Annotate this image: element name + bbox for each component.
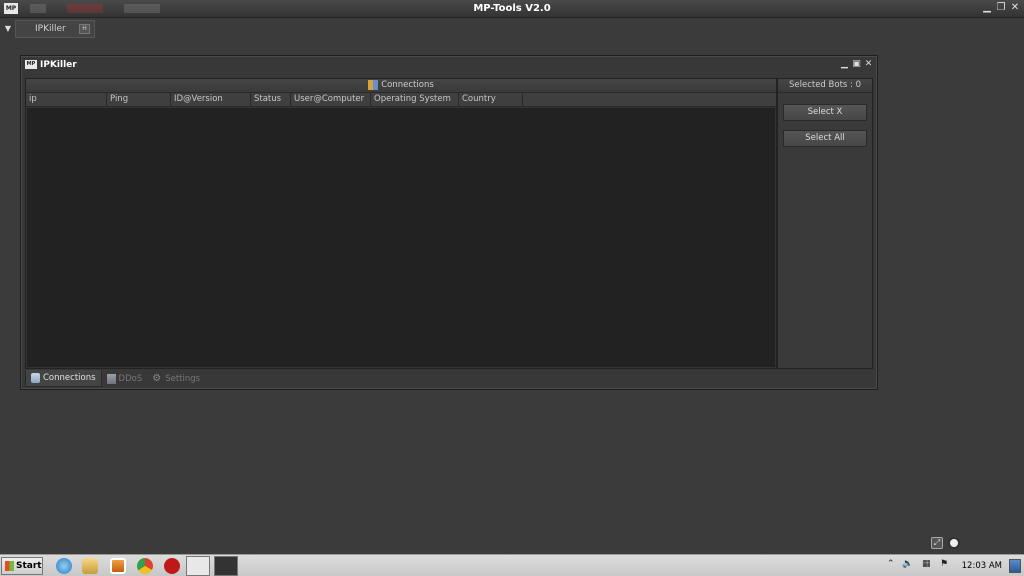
connections-panel: Connections ip Ping ID@Version Status Us… xyxy=(25,78,777,369)
network-icon[interactable]: ▦ xyxy=(922,559,931,569)
close-icon[interactable]: ✕ xyxy=(1010,2,1020,14)
folder-icon[interactable] xyxy=(82,558,98,574)
tray-expand-icon[interactable]: ⌃ xyxy=(887,559,895,569)
main-window-controls: ▁ ❐ ✕ xyxy=(982,2,1020,14)
windows-logo-icon xyxy=(5,561,14,571)
minimize-icon[interactable]: ▁ xyxy=(982,2,992,14)
connections-icon xyxy=(368,79,379,90)
system-tray: ⌃ 🔈 ▦ ⚑ 12:03 AM xyxy=(884,556,1024,576)
dropdown-arrow-icon[interactable]: ▼ xyxy=(3,23,13,35)
app-title: MP-Tools V2.0 xyxy=(473,3,551,14)
restore-icon[interactable]: ❐ xyxy=(996,2,1006,14)
window-logo-icon: MP xyxy=(25,60,37,69)
selected-bots-label: Selected Bots : 0 xyxy=(778,79,872,93)
gear-icon: ⚙ xyxy=(152,372,162,384)
column-header-operating-system[interactable]: Operating System xyxy=(371,93,459,106)
window-maximize-icon[interactable]: ▣ xyxy=(852,59,861,69)
chrome-icon[interactable] xyxy=(137,558,153,574)
select-x-button[interactable]: Select X xyxy=(783,104,867,121)
mdi-tab-close-icon[interactable]: H xyxy=(79,24,90,34)
mdi-tab-ipkiller[interactable]: IPKiller H xyxy=(15,20,95,38)
volume-icon[interactable]: 🔈 xyxy=(902,559,913,569)
connections-header-label: Connections xyxy=(381,80,434,90)
taskbar-window-button[interactable] xyxy=(186,556,210,576)
ie-icon[interactable] xyxy=(56,558,72,574)
window-minimize-icon[interactable]: ▁ xyxy=(840,59,849,69)
main-titlebar: MP MP-Tools V2.0 ▁ ❐ ✕ xyxy=(0,0,1024,18)
column-headers: ip Ping ID@Version Status User@Computer … xyxy=(26,93,776,107)
window-titlebar: MP IPKiller ▁ ▣ ✕ xyxy=(21,56,877,74)
opera-icon[interactable] xyxy=(164,558,180,574)
connections-table-body[interactable] xyxy=(27,108,775,367)
tab-settings[interactable]: ⚙ Settings xyxy=(147,370,205,387)
media-player-icon[interactable] xyxy=(110,558,126,574)
tab-connections-label: Connections xyxy=(43,373,96,383)
window-controls: ▁ ▣ ✕ xyxy=(840,59,873,69)
window-close-icon[interactable]: ✕ xyxy=(864,59,873,69)
select-all-button[interactable]: Select All xyxy=(783,130,867,147)
start-button[interactable]: Start xyxy=(1,557,43,575)
bottom-tab-bar: Connections DDoS ⚙ Settings xyxy=(25,370,205,387)
flag-icon[interactable]: ⚑ xyxy=(940,559,948,569)
show-desktop-icon[interactable] xyxy=(1009,559,1021,573)
tab-connections[interactable]: Connections xyxy=(25,370,102,387)
mdi-tab-label: IPKiller xyxy=(35,24,66,34)
start-label: Start xyxy=(16,561,42,571)
tab-ddos-label: DDoS xyxy=(118,373,143,384)
column-header-country[interactable]: Country xyxy=(459,93,523,106)
window-title: IPKiller xyxy=(40,60,77,70)
floating-icons: ⤢ xyxy=(931,537,960,549)
database-icon xyxy=(31,373,40,383)
clock[interactable]: 12:03 AM xyxy=(962,561,1002,571)
tab-settings-label: Settings xyxy=(165,373,201,384)
column-header-ping[interactable]: Ping xyxy=(107,93,171,106)
connections-header: Connections xyxy=(26,79,776,93)
tools-icon[interactable]: ⤢ xyxy=(931,537,943,549)
document-icon xyxy=(106,373,116,384)
column-header-status[interactable]: Status xyxy=(251,93,291,106)
column-header-ip[interactable]: ip xyxy=(26,93,107,106)
clock-icon[interactable] xyxy=(948,537,960,549)
taskbar: Start ⌃ 🔈 ▦ ⚑ 12:03 AM xyxy=(0,554,1024,576)
side-panel: Selected Bots : 0 Select X Select All xyxy=(777,78,873,369)
column-header-id-version[interactable]: ID@Version xyxy=(171,93,251,106)
tab-ddos[interactable]: DDoS xyxy=(102,370,148,387)
taskbar-mptools-button[interactable] xyxy=(214,556,238,576)
ipkiller-window: MP IPKiller ▁ ▣ ✕ Connections ip Ping ID… xyxy=(20,55,878,390)
column-header-user-computer[interactable]: User@Computer xyxy=(291,93,371,106)
